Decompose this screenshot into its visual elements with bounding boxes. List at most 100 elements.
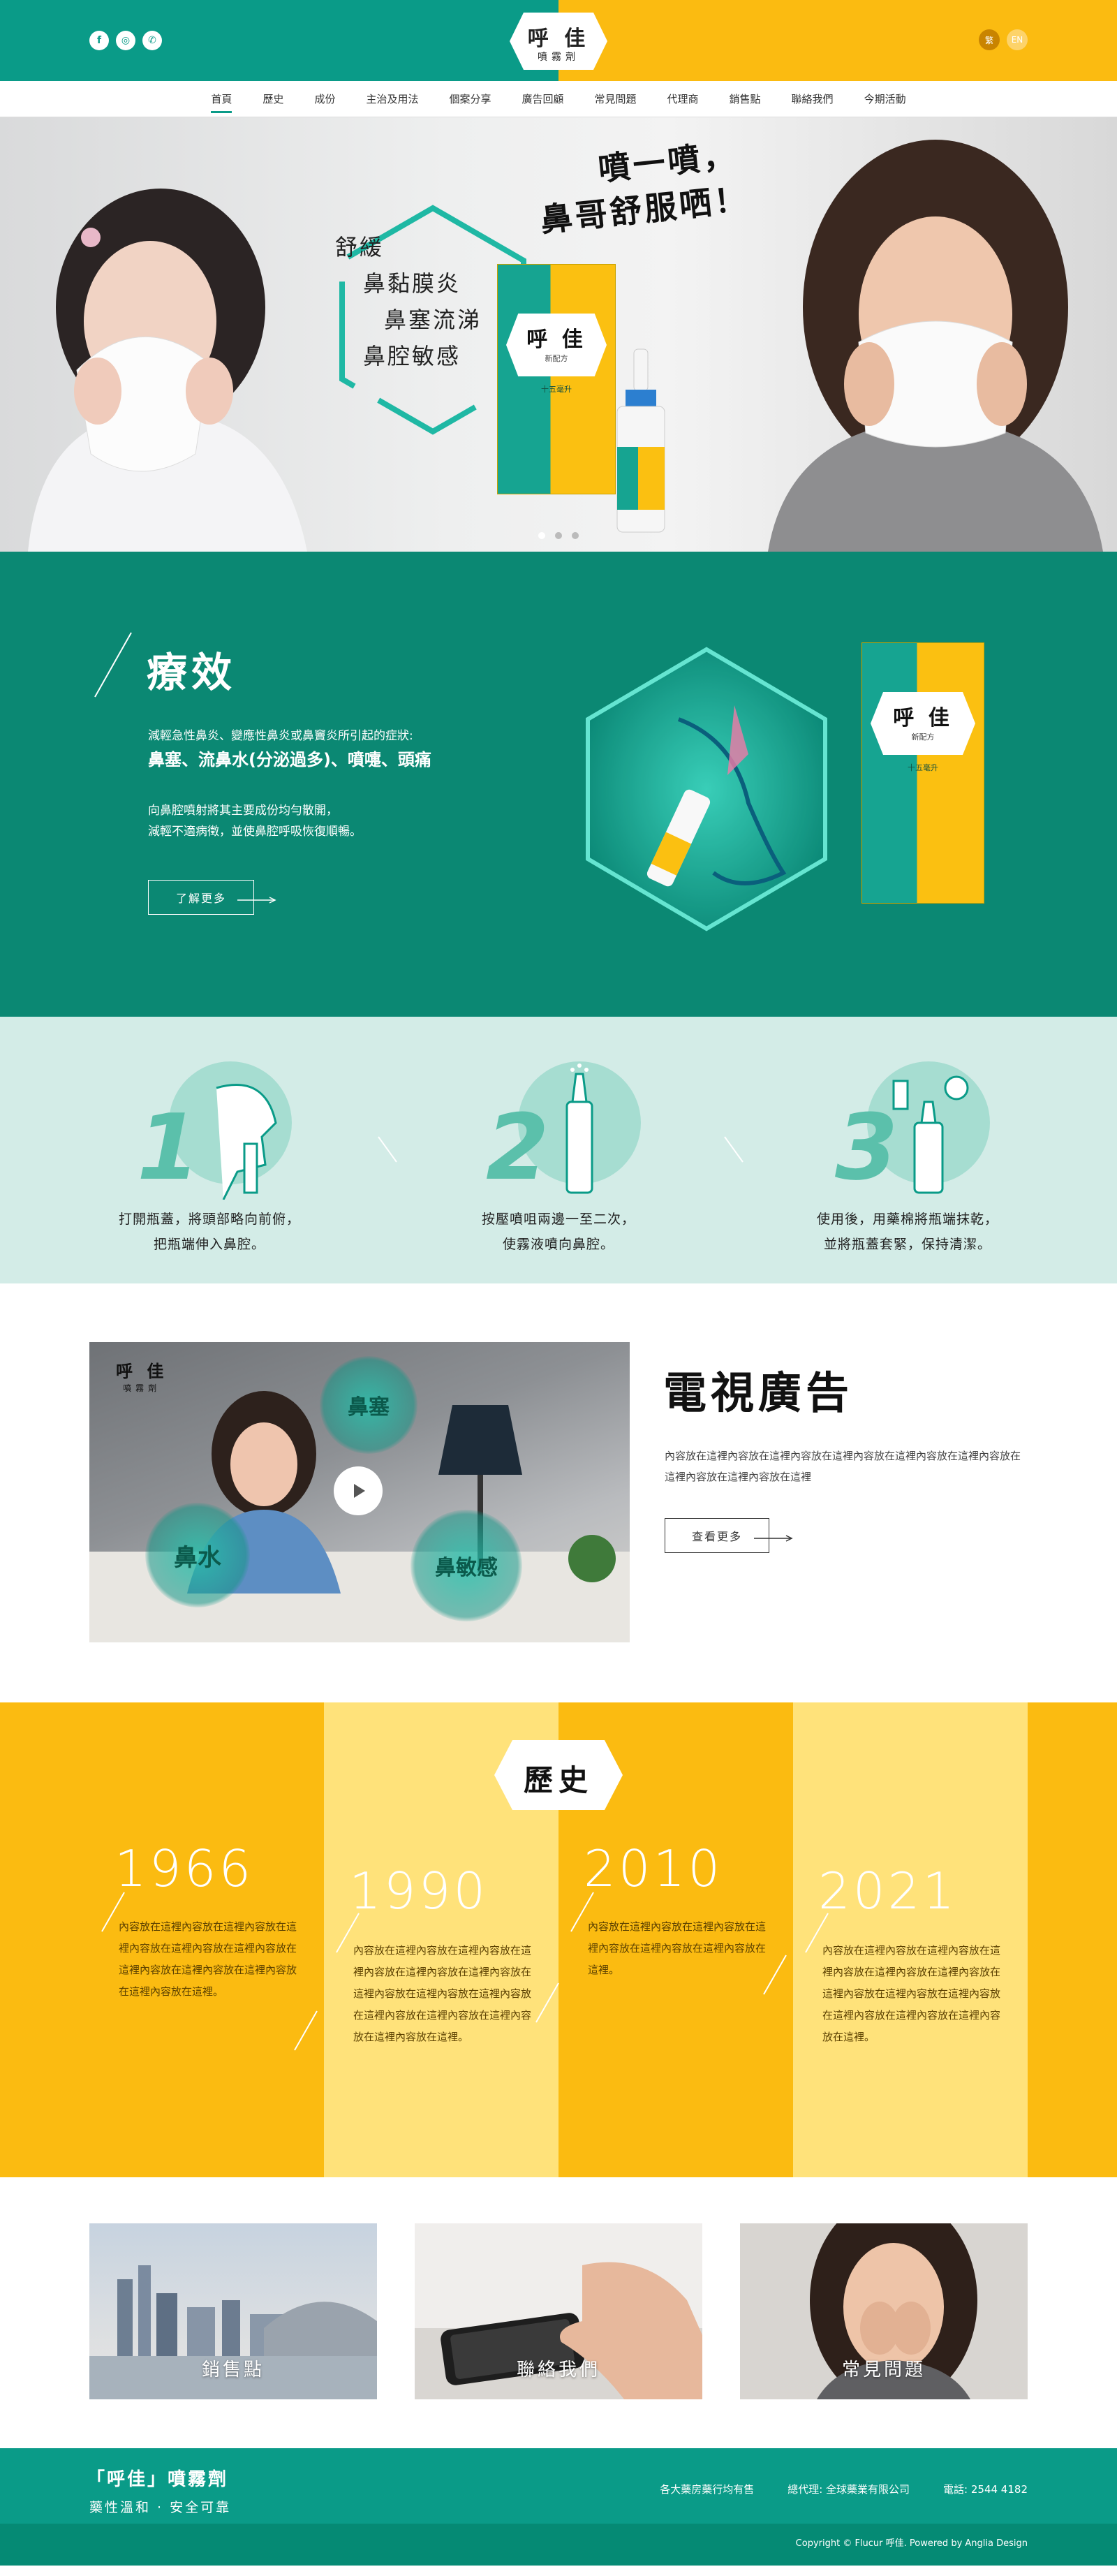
efficacy-desc-line: 向鼻腔噴射將其主要成份均勻散開， <box>148 804 338 818</box>
play-icon <box>354 1484 365 1498</box>
bubble-nasal-allergy: 鼻敏感 <box>410 1510 522 1621</box>
step-2: 2 按壓噴咀兩邊一至二次， 使霧液噴向鼻腔。 <box>440 1060 677 1257</box>
step-line: 並將瓶蓋套緊，保持清潔。 <box>823 1237 991 1252</box>
nav-item-cases[interactable]: 個案分享 <box>449 82 491 116</box>
nav-item-home[interactable]: 首頁 <box>211 82 232 116</box>
nav-item-usage[interactable]: 主治及用法 <box>366 82 418 116</box>
history-title-badge: 歷史 <box>493 1739 624 1811</box>
play-button[interactable] <box>334 1466 383 1515</box>
footer-phone[interactable]: 電話: 2544 4182 <box>943 2482 1028 2496</box>
history-title: 歷史 <box>523 1763 593 1797</box>
footer-tagline: 藥性溫和 · 安全可靠 <box>89 2500 232 2515</box>
history-column <box>1028 1702 1117 2177</box>
product-box-image: 呼 佳 新配方 十五毫升 <box>497 264 616 494</box>
card-faq[interactable]: 常見問題 <box>740 2223 1028 2399</box>
nav-item-events[interactable]: 今期活動 <box>864 82 906 116</box>
history-text: 內容放在這裡內容放在這裡內容放在這裡內容放在這裡內容放在這裡內容放在這裡內容放在… <box>822 1944 1001 2043</box>
facebook-icon[interactable]: f <box>89 31 109 50</box>
woman-sneezing-image <box>768 140 1103 552</box>
usage-steps-section: 1 打開瓶蓋，將頭部略向前俯， 把瓶端伸入鼻腔。 2 按壓噴咀兩邊一至二次， 使… <box>0 1017 1117 1283</box>
hero-line: 鼻黏膜炎 <box>363 270 461 297</box>
video-player[interactable]: 呼 佳 噴霧劑 鼻塞 鼻水 鼻敏感 <box>89 1342 630 1642</box>
site-footer: 「呼佳」噴霧劑 藥性溫和 · 安全可靠 各大藥房藥行均有售 總代理: 全球藥業有… <box>0 2448 1117 2566</box>
svg-text:1: 1 <box>137 1094 200 1200</box>
history-year: 1990 <box>349 1862 489 1920</box>
box-label: 呼 佳 新配方 <box>871 692 975 755</box>
video-logo-main: 呼 佳 <box>116 1362 168 1381</box>
step-line: 使霧液噴向鼻腔。 <box>502 1237 614 1252</box>
efficacy-description: 向鼻腔噴射將其主要成份均勻散開， 減輕不適病徵，並使鼻腔呼吸恢復順暢。 <box>148 800 362 842</box>
card-label: 銷售點 <box>201 2360 265 2380</box>
box-sub: 新配方 <box>911 733 935 742</box>
lang-en-button[interactable]: EN <box>1007 29 1028 50</box>
hero-banner[interactable]: 舒緩 鼻黏膜炎 鼻塞流涕 鼻腔敏感 噴一噴， 鼻哥舒服哂！ 呼 佳 新配方 十五… <box>0 117 1117 552</box>
nav-item-history[interactable]: 歷史 <box>262 82 283 116</box>
footer-agent: 總代理: 全球藥業有限公司 <box>787 2483 910 2496</box>
hero-slogan: 噴一噴， 鼻哥舒服哂！ <box>533 132 751 243</box>
step-1-text: 打開瓶蓋，將頭部略向前俯， 把瓶端伸入鼻腔。 <box>91 1207 328 1257</box>
nav-item-agents[interactable]: 代理商 <box>667 82 699 116</box>
logo-main-text: 呼 佳 <box>527 27 590 51</box>
step-line: 打開瓶蓋，將頭部略向前俯， <box>118 1212 300 1227</box>
decorative-slash <box>763 1955 787 1995</box>
nav-item-stores[interactable]: 銷售點 <box>730 82 761 116</box>
decorative-slash <box>101 1892 125 1932</box>
box-volume: 十五毫升 <box>541 385 572 394</box>
site-logo[interactable]: 呼 佳 噴霧劑 <box>508 11 609 71</box>
efficacy-intro: 減輕急性鼻炎、變應性鼻炎或鼻竇炎所引起的症狀: 鼻塞、流鼻水(分泌過多)、噴嚏、… <box>148 726 431 774</box>
history-year: 2010 <box>584 1839 723 1898</box>
history-text: 內容放在這裡內容放在這裡內容放在這裡內容放在這裡內容放在這裡內容放在這裡。 <box>588 1920 767 1976</box>
step-1-icon: 1 <box>137 1061 292 1200</box>
card-label: 常見問題 <box>841 2360 926 2380</box>
bubble-blocked-nose: 鼻塞 <box>320 1356 417 1454</box>
efficacy-intro-text: 減輕急性鼻炎、變應性鼻炎或鼻竇炎所引起的症狀: <box>148 729 413 743</box>
step-3-text: 使用後，用藥棉將瓶端抹乾， 並將瓶蓋套緊，保持清潔。 <box>789 1207 1026 1257</box>
step-line: 使用後，用藥棉將瓶端抹乾， <box>816 1212 998 1227</box>
footer-stores: 各大藥房藥行均有售 <box>660 2483 755 2496</box>
nav-item-ads[interactable]: 廣告回顧 <box>521 82 563 116</box>
slider-dot-2[interactable] <box>555 532 562 539</box>
main-nav: 首頁 歷史 成份 主治及用法 個案分享 廣告回顧 常見問題 代理商 銷售點 聯絡… <box>0 81 1117 117</box>
step-divider <box>724 1136 744 1163</box>
decorative-slash <box>294 2010 318 2051</box>
bubble-runny-nose: 鼻水 <box>145 1503 250 1607</box>
lang-zh-button[interactable]: 繁 <box>979 29 1000 50</box>
box-sub: 新配方 <box>545 354 568 363</box>
slider-dot-1[interactable] <box>538 532 545 539</box>
nav-item-contact[interactable]: 聯絡我們 <box>792 82 834 116</box>
product-box-image: 呼 佳 新配方 十五毫升 <box>861 642 984 904</box>
card-label: 聯絡我們 <box>516 2360 600 2380</box>
nav-item-ingredients[interactable]: 成份 <box>314 82 335 116</box>
history-year: 2021 <box>818 1862 958 1920</box>
whatsapp-icon[interactable]: ✆ <box>142 31 162 50</box>
step-divider <box>378 1136 397 1163</box>
box-brand: 呼 佳 <box>526 327 586 352</box>
spray-bottle-image <box>616 348 665 533</box>
social-links: f ◎ ✆ <box>89 31 162 50</box>
slider-dot-3[interactable] <box>572 532 579 539</box>
nav-item-faq[interactable]: 常見問題 <box>595 82 637 116</box>
step-2-text: 按壓噴咀兩邊一至二次， 使霧液噴向鼻腔。 <box>440 1207 677 1257</box>
top-header: f ◎ ✆ 呼 佳 噴霧劑 繁 EN <box>0 0 1117 81</box>
footer-brand: 「呼佳」噴霧劑 <box>87 2469 229 2490</box>
quick-links-section: 銷售點 聯絡我們 常見問題 <box>0 2177 1117 2448</box>
decorative-slash <box>535 1982 559 2023</box>
card-contact[interactable]: 聯絡我們 <box>415 2223 702 2399</box>
language-switcher: 繁 EN <box>979 29 1028 50</box>
step-3: 3 使用後，用藥棉將瓶端抹乾， 並將瓶蓋套緊，保持清潔。 <box>789 1060 1026 1257</box>
efficacy-symptoms: 鼻塞、流鼻水(分泌過多)、噴嚏、頭痛 <box>148 750 431 770</box>
instagram-icon[interactable]: ◎ <box>116 31 135 50</box>
card-stores[interactable]: 銷售點 <box>89 2223 377 2399</box>
efficacy-section: 療效 減輕急性鼻炎、變應性鼻炎或鼻竇炎所引起的症狀: 鼻塞、流鼻水(分泌過多)、… <box>0 552 1117 1017</box>
girl-sneezing-image <box>28 189 307 552</box>
logo-sub-text: 噴霧劑 <box>538 52 579 63</box>
history-section: 歷史 1966 內容放在這裡內容放在這裡內容放在這裡內容放在這裡內容放在這裡內容… <box>0 1702 1117 2177</box>
arrow-right-icon <box>237 897 276 904</box>
hero-line: 鼻腔敏感 <box>363 343 461 369</box>
step-line: 按壓噴咀兩邊一至二次， <box>481 1212 635 1227</box>
svg-text:2: 2 <box>486 1094 549 1200</box>
step-3-icon: 3 <box>835 1061 990 1200</box>
video-logo: 呼 佳 噴霧劑 <box>116 1357 168 1394</box>
hero-line: 舒緩 <box>335 234 385 260</box>
footer-info: 各大藥房藥行均有售 總代理: 全球藥業有限公司 電話: 2544 4182 <box>660 2482 1028 2496</box>
